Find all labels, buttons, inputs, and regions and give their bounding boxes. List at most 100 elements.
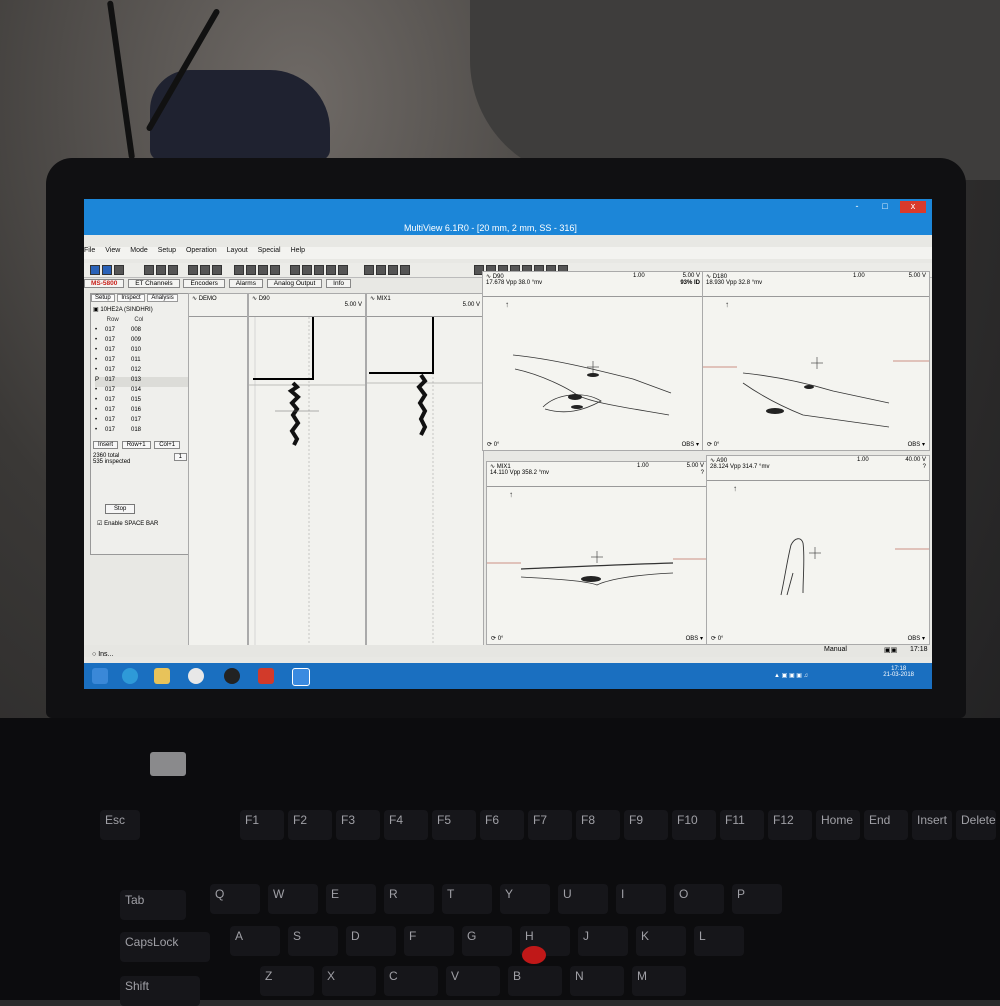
menu-help[interactable]: Help xyxy=(291,247,305,254)
menu-setup[interactable]: Setup xyxy=(158,247,176,254)
chevron-down-icon[interactable]: ▾ xyxy=(922,442,925,448)
select-tool-icon[interactable] xyxy=(102,265,112,275)
key-f7[interactable]: F7 xyxy=(528,810,572,840)
rotate-icon[interactable]: ⟳ xyxy=(711,636,718,642)
key-d[interactable]: D xyxy=(346,926,396,956)
key-capslock[interactable]: CapsLock xyxy=(120,932,210,962)
key-o[interactable]: O xyxy=(674,884,724,914)
tab-analysis[interactable]: Analysis xyxy=(147,294,178,302)
key-i[interactable]: I xyxy=(616,884,666,914)
key-y[interactable]: Y xyxy=(500,884,550,914)
tab-analog-output[interactable]: Analog Output xyxy=(266,279,323,288)
key-f3[interactable]: F3 xyxy=(336,810,380,840)
key-e[interactable]: E xyxy=(326,884,376,914)
zoom-tool-icon[interactable] xyxy=(168,265,178,275)
key-end[interactable]: End xyxy=(864,810,908,840)
cursor-tool-icon[interactable] xyxy=(188,265,198,275)
key-f10[interactable]: F10 xyxy=(672,810,716,840)
key-l[interactable]: L xyxy=(694,926,744,956)
tab-inspect[interactable]: Inspect xyxy=(117,294,145,302)
list-item[interactable]: • 017 010 xyxy=(95,347,191,357)
list-item[interactable]: • 017 015 xyxy=(95,397,191,407)
key-f8[interactable]: F8 xyxy=(576,810,620,840)
strip-chart-demo[interactable]: ∿ DEMO xyxy=(188,293,248,651)
print-icon[interactable] xyxy=(302,265,312,275)
key-tab[interactable]: Tab xyxy=(120,890,186,920)
chevron-down-icon[interactable]: ▾ xyxy=(922,636,925,642)
key-w[interactable]: W xyxy=(268,884,318,914)
maximize-button[interactable]: □ xyxy=(872,201,898,213)
key-k[interactable]: K xyxy=(636,926,686,956)
key-b[interactable]: B xyxy=(508,966,562,996)
menu-special[interactable]: Special xyxy=(258,247,281,254)
list-item-selected[interactable]: P 017 013 xyxy=(95,377,191,387)
settings-icon[interactable] xyxy=(400,265,410,275)
key-a[interactable]: A xyxy=(230,926,280,956)
probe-icon[interactable] xyxy=(364,265,374,275)
pointer-tool-icon[interactable] xyxy=(90,265,100,275)
tray-icons[interactable]: ▲ ▣ ▣ ▣ ♫ xyxy=(774,672,808,679)
menu-mode[interactable]: Mode xyxy=(130,247,148,254)
key-m[interactable]: M xyxy=(632,966,686,996)
end-icon[interactable] xyxy=(270,265,280,275)
list-item[interactable]: • 017 009 xyxy=(95,337,191,347)
list-item[interactable]: • 017 014 xyxy=(95,387,191,397)
menu-view[interactable]: View xyxy=(105,247,120,254)
list-item[interactable]: • 017 018 xyxy=(95,427,191,437)
tools-icon[interactable] xyxy=(388,265,398,275)
multiview-app-icon[interactable] xyxy=(292,668,310,686)
taskbar-app-label[interactable]: ○ Ins... xyxy=(92,651,113,658)
list-item[interactable]: • 017 016 xyxy=(95,407,191,417)
space-bar-option[interactable]: ☑ Enable SPACE BAR xyxy=(97,520,158,527)
minimize-button[interactable]: - xyxy=(844,201,870,213)
key-g[interactable]: G xyxy=(462,926,512,956)
rotate-icon[interactable]: ⟳ xyxy=(487,442,494,448)
key-c[interactable]: C xyxy=(384,966,438,996)
pan-tool-icon[interactable] xyxy=(156,265,166,275)
windows-start-icon[interactable] xyxy=(92,668,108,684)
tab-et-channels[interactable]: ET Channels xyxy=(128,279,180,288)
stop-button[interactable]: Stop xyxy=(105,504,136,514)
key-v[interactable]: V xyxy=(446,966,500,996)
key-insert[interactable]: Insert xyxy=(912,810,952,840)
app-g-icon[interactable] xyxy=(224,668,240,684)
key-s[interactable]: S xyxy=(288,926,338,956)
strip-chart-mix1[interactable]: ∿ MIX1 5.00 V xyxy=(366,293,484,651)
key-esc[interactable]: Esc xyxy=(100,810,140,840)
menu-operation[interactable]: Operation xyxy=(186,247,217,254)
lissajous-a90[interactable]: ∿ A90 1.00 40.00 V 28.124 Vpp 314.7 °mv … xyxy=(706,455,930,645)
key-u[interactable]: U xyxy=(558,884,608,914)
grid-tool-icon[interactable] xyxy=(200,265,210,275)
close-button[interactable]: x xyxy=(900,201,926,213)
tube-folder[interactable]: ▣ 10HE2A (SINDHRI) xyxy=(93,306,189,313)
taskbar-clock[interactable]: 17:18 21-03-2018 xyxy=(883,666,914,678)
file-explorer-icon[interactable] xyxy=(154,668,170,684)
page-icon[interactable] xyxy=(314,265,324,275)
key-delete[interactable]: Delete xyxy=(956,810,996,840)
key-r[interactable]: R xyxy=(384,884,434,914)
move-tool-icon[interactable] xyxy=(144,265,154,275)
key-t[interactable]: T xyxy=(442,884,492,914)
tab-encoders[interactable]: Encoders xyxy=(183,279,225,288)
tab-ms5800[interactable]: MS-5800 xyxy=(84,279,125,288)
checkbox-checked-icon[interactable]: ☑ xyxy=(97,521,102,527)
menu-file[interactable]: File xyxy=(84,247,95,254)
key-x[interactable]: X xyxy=(322,966,376,996)
list-tool-icon[interactable] xyxy=(114,265,124,275)
rotate-icon[interactable]: ⟳ xyxy=(491,636,498,642)
lissajous-d90[interactable]: ∿ D90 1.00 5.00 V 17.678 Vpp 38.0 °mv 93… xyxy=(482,271,704,451)
key-f4[interactable]: F4 xyxy=(384,810,428,840)
step-input[interactable]: 1 xyxy=(173,453,187,461)
forward-icon[interactable] xyxy=(258,265,268,275)
chevron-down-icon[interactable]: ▾ xyxy=(700,636,703,642)
row-plus-button[interactable]: Row+1 xyxy=(121,441,151,449)
back-icon[interactable] xyxy=(246,265,256,275)
rotate-icon[interactable]: ⟳ xyxy=(707,442,714,448)
copy-icon[interactable] xyxy=(326,265,336,275)
key-f2[interactable]: F2 xyxy=(288,810,332,840)
channel-tool-icon[interactable] xyxy=(212,265,222,275)
key-z[interactable]: Z xyxy=(260,966,314,996)
key-f5[interactable]: F5 xyxy=(432,810,476,840)
stop-icon[interactable] xyxy=(290,265,300,275)
key-j[interactable]: J xyxy=(578,926,628,956)
